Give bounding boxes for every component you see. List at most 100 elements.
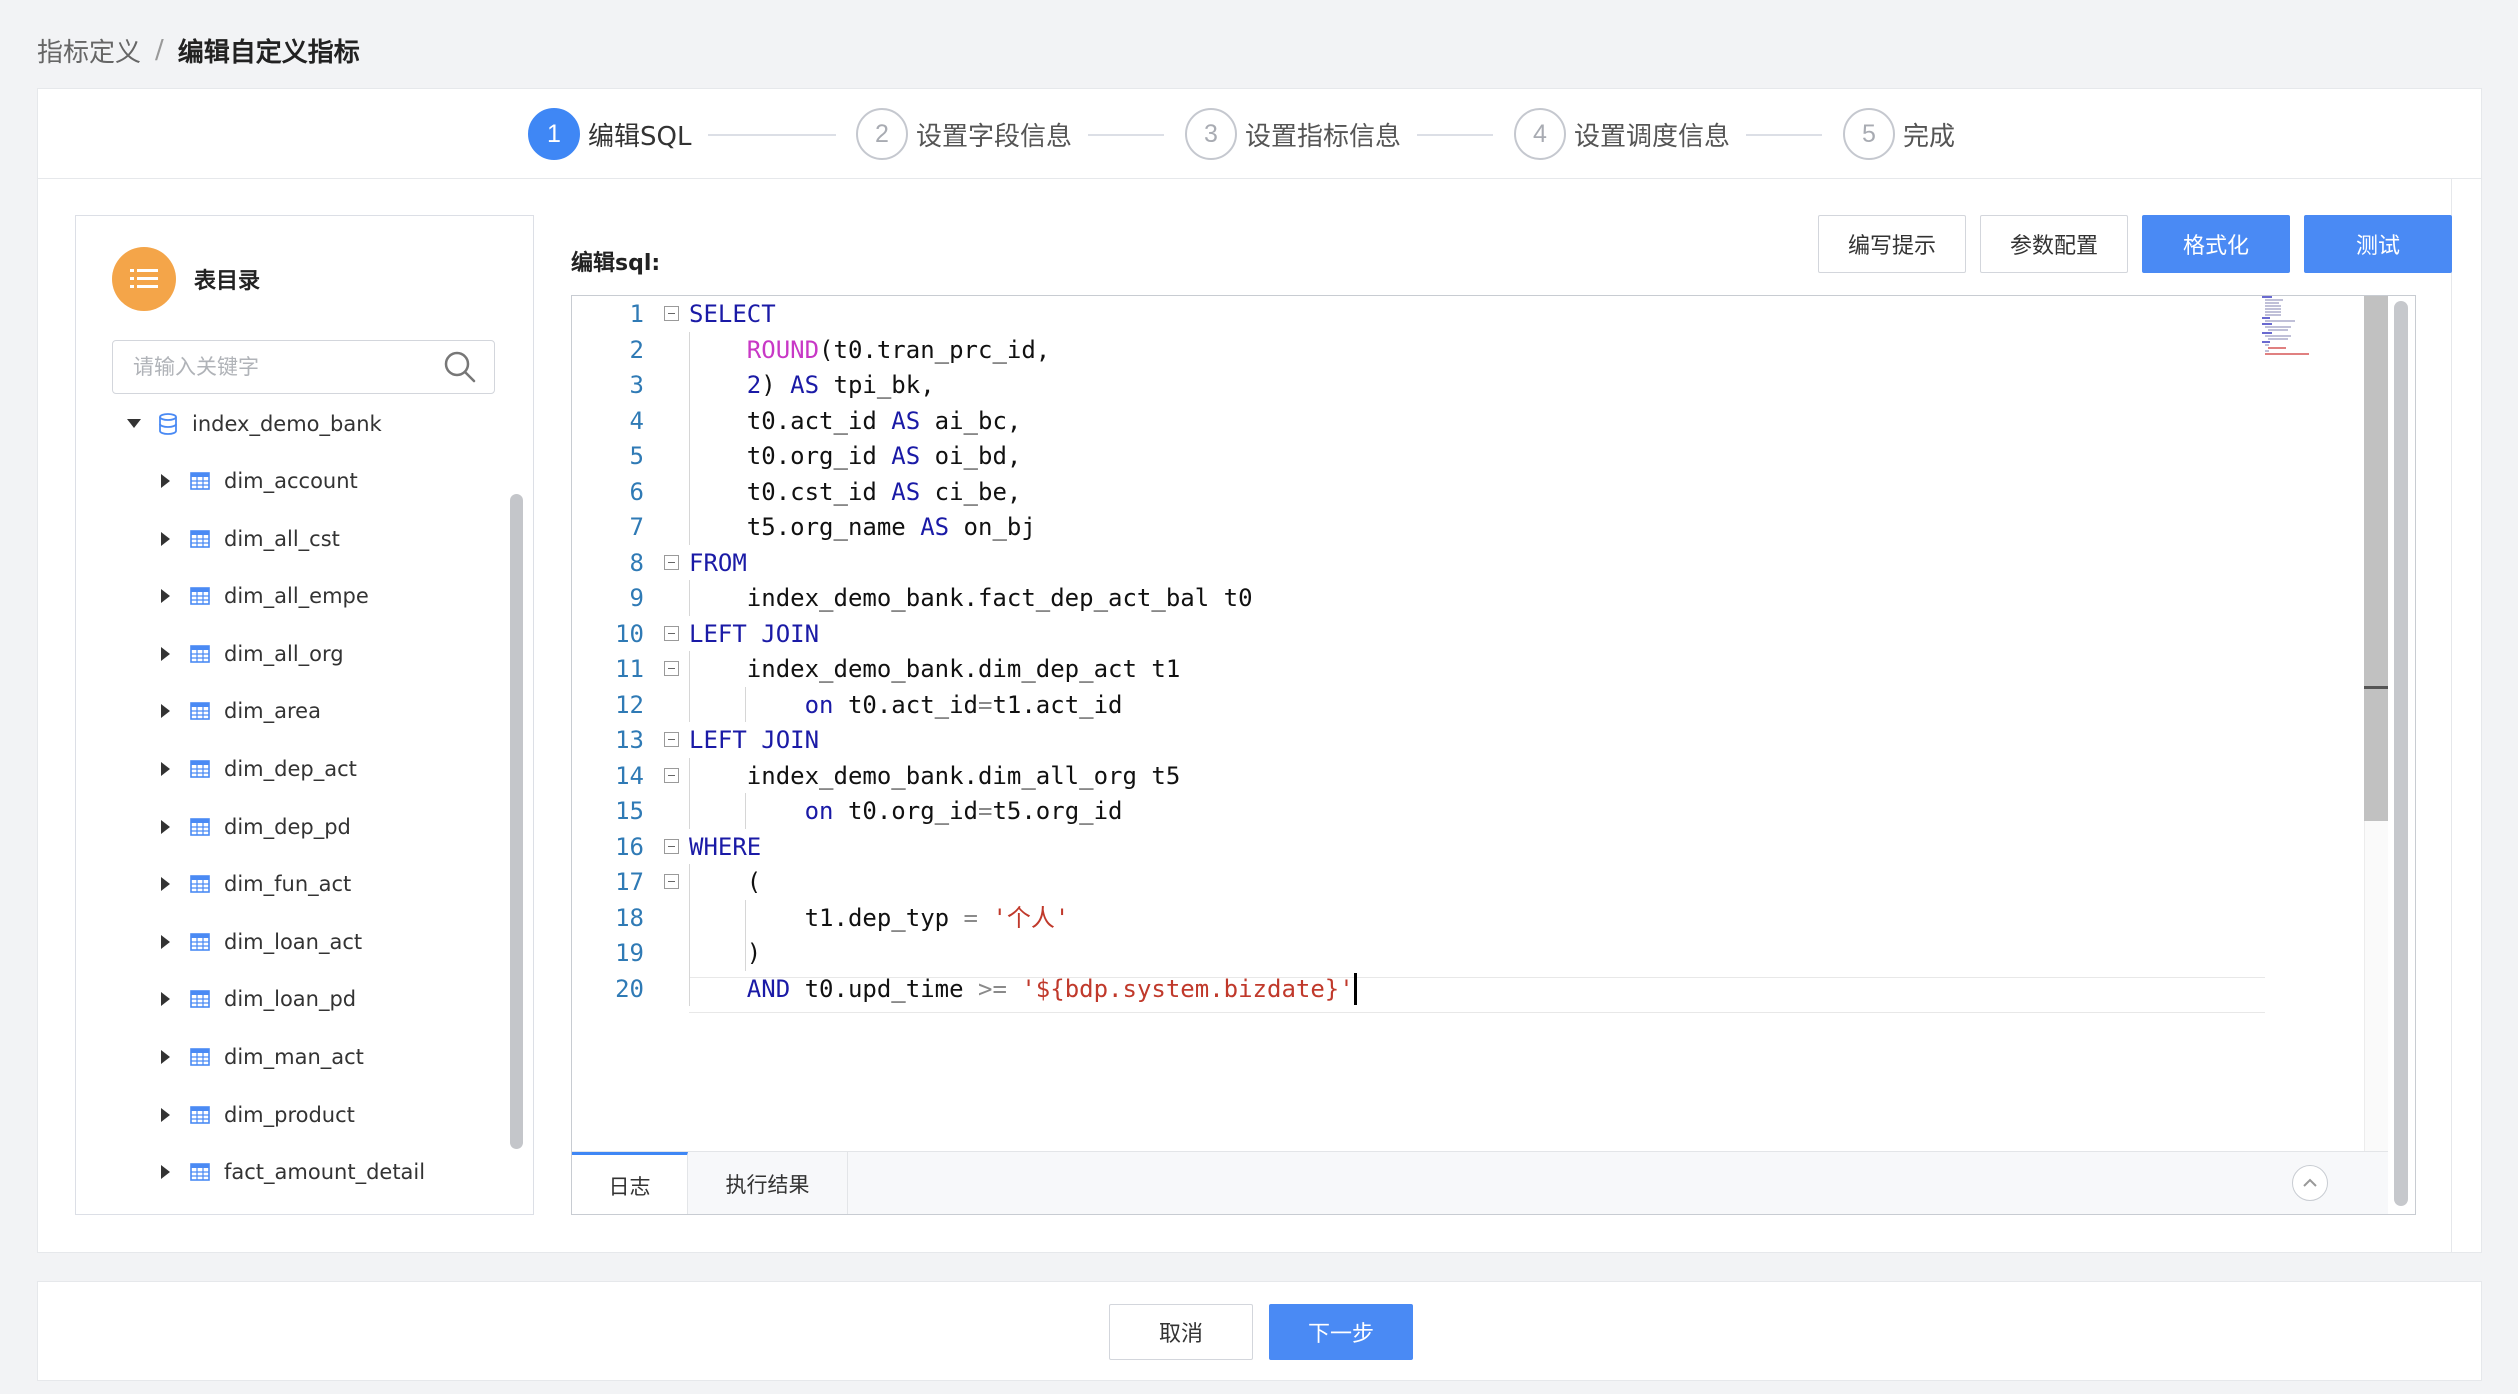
caret-right-icon[interactable] (156, 529, 176, 549)
code-line[interactable]: 18 t1.dep_typ = '个人' (572, 900, 2372, 936)
chevron-up-icon[interactable] (2292, 1165, 2328, 1201)
code-line[interactable]: 5 t0.org_id AS oi_bd, (572, 438, 2372, 474)
step-connector (1417, 134, 1493, 136)
main-card: 1 编辑SQL 2 设置字段信息 3 设置指标信息 4 设置调度信息 5 完成 (37, 88, 2482, 1253)
caret-right-icon[interactable] (156, 989, 176, 1009)
fold-toggle-icon[interactable] (664, 874, 679, 889)
fold-toggle-icon[interactable] (664, 767, 679, 783)
tree-node-table[interactable]: dim_area (156, 691, 321, 731)
fold-toggle-icon[interactable] (664, 732, 679, 747)
tab-log[interactable]: 日志 (572, 1152, 688, 1214)
tree-node-table[interactable]: dim_all_org (156, 634, 344, 674)
code-line[interactable]: 6 t0.cst_id AS ci_be, (572, 474, 2372, 510)
tree-node-table[interactable]: dim_fun_act (156, 864, 351, 904)
catalog-scrollbar-thumb[interactable] (510, 494, 523, 1149)
caret-down-icon[interactable] (124, 414, 144, 434)
code-area[interactable]: 1 SELECT 2 ROUND(t0.tran_prc_id, 3 2) AS tp… (572, 296, 2372, 1151)
outer-scrollbar[interactable] (2394, 301, 2408, 1206)
format-button[interactable]: 格式化 (2142, 215, 2290, 273)
code-text: index_demo_bank.dim_all_org t5 (689, 761, 1181, 790)
tree-node-table[interactable]: dim_all_empe (156, 576, 369, 616)
code-line[interactable]: 14 index_demo_bank.dim_all_org t5 (572, 758, 2372, 794)
sql-editor-section: 编辑sql: 编写提示 参数配置 格式化 测试 1 SELECT 2 ROUND(t… (571, 215, 2452, 1215)
next-step-button[interactable]: 下一步 (1269, 1304, 1413, 1360)
code-line[interactable]: 12 on t0.act_id=t1.act_id (572, 687, 2372, 723)
tree-node-label: dim_fun_act (224, 872, 352, 897)
code-line[interactable]: 20 AND t0.upd_time >= '${bdp.system.bizd… (572, 971, 2372, 1007)
code-line[interactable]: 15 on t0.org_id=t5.org_id (572, 793, 2372, 829)
text-cursor (1353, 972, 1357, 1005)
fold-toggle-icon[interactable] (664, 554, 679, 570)
caret-right-icon[interactable] (156, 1105, 176, 1125)
code-line[interactable]: 2 ROUND(t0.tran_prc_id, (572, 332, 2372, 368)
tree-node-table[interactable]: dim_dep_act (156, 749, 357, 789)
write-hint-button[interactable]: 编写提示 (1818, 215, 1966, 273)
code-line[interactable]: 11 index_demo_bank.dim_dep_act t1 (572, 651, 2372, 687)
code-minimap[interactable] (2262, 296, 2362, 1151)
caret-right-icon[interactable] (156, 817, 176, 837)
tree-node-table[interactable]: dim_loan_act (156, 922, 362, 962)
line-number: 19 (615, 939, 644, 967)
fold-toggle-icon[interactable] (664, 838, 679, 854)
caret-right-icon[interactable] (156, 932, 176, 952)
step-finish: 5 完成 (1843, 108, 1955, 160)
line-number: 16 (615, 832, 644, 861)
code-line[interactable]: 1 SELECT (572, 296, 2372, 332)
tree-node-table[interactable]: dim_loan_pd (156, 979, 356, 1019)
tree-node-label: dim_all_cst (224, 526, 340, 551)
table-icon (190, 1046, 212, 1068)
code-line[interactable]: 17 ( (572, 864, 2372, 900)
table-icon (190, 585, 212, 607)
tab-execution-result[interactable]: 执行结果 (688, 1152, 848, 1214)
search-icon[interactable] (442, 349, 478, 385)
breadcrumb-current: 编辑自定义指标 (177, 37, 360, 68)
code-text: LEFT JOIN (689, 619, 820, 648)
caret-right-icon[interactable] (156, 874, 176, 894)
line-number: 4 (629, 406, 644, 435)
caret-right-icon[interactable] (156, 586, 176, 606)
code-line[interactable]: 16 WHERE (572, 829, 2372, 865)
fold-toggle-icon[interactable] (664, 625, 679, 641)
caret-right-icon[interactable] (156, 471, 176, 491)
tree-node-table[interactable]: dim_product (156, 1095, 355, 1135)
tree-node-label: dim_dep_act (224, 757, 357, 781)
code-line[interactable]: 19 ) (572, 935, 2372, 971)
tree-node-table[interactable]: dim_man_act (156, 1037, 364, 1077)
code-line[interactable]: 3 2) AS tpi_bk, (572, 367, 2372, 403)
tree-node-table[interactable]: dim_all_cst (156, 519, 340, 559)
code-line[interactable]: 7 t5.org_name AS on_bj (572, 509, 2372, 545)
fold-toggle-icon[interactable] (664, 306, 679, 321)
tree-node-label: index_demo_bank (192, 412, 382, 436)
test-button[interactable]: 测试 (2304, 215, 2452, 273)
cancel-button[interactable]: 取消 (1109, 1304, 1253, 1360)
table-icon (190, 873, 212, 895)
caret-right-icon[interactable] (156, 1162, 176, 1182)
footer-bar: 取消 下一步 (37, 1281, 2482, 1381)
step-label: 设置指标信息 (1245, 121, 1402, 152)
catalog-search-input[interactable] (113, 341, 442, 393)
code-line[interactable]: 13 LEFT JOIN (572, 722, 2372, 758)
code-line[interactable]: 9 index_demo_bank.fact_dep_act_bal t0 (572, 580, 2372, 616)
step-label: 设置字段信息 (916, 121, 1073, 152)
table-icon (190, 931, 212, 953)
line-number: 14 (615, 761, 644, 790)
tree-node-table[interactable]: dim_dep_pd (156, 807, 351, 847)
fold-toggle-icon[interactable] (664, 661, 679, 676)
caret-right-icon[interactable] (156, 644, 176, 664)
editor-scrollbar-thumb[interactable] (2364, 296, 2388, 821)
tree-node-database[interactable]: index_demo_bank (124, 404, 382, 444)
tree-node-table[interactable]: dim_account (156, 461, 358, 501)
caret-right-icon[interactable] (156, 759, 176, 779)
code-line[interactable]: 10 LEFT JOIN (572, 616, 2372, 652)
indent-guide (745, 899, 746, 971)
tree-node-table[interactable]: fact_amount_detail (156, 1152, 425, 1192)
sql-editor[interactable]: 1 SELECT 2 ROUND(t0.tran_prc_id, 3 2) AS tp… (571, 295, 2416, 1215)
param-config-button[interactable]: 参数配置 (1980, 215, 2128, 273)
step-schedule-info: 4 设置调度信息 (1514, 108, 1730, 160)
table-icon (190, 758, 212, 780)
caret-right-icon[interactable] (156, 701, 176, 721)
caret-right-icon[interactable] (156, 1047, 176, 1067)
breadcrumb-parent-link[interactable]: 指标定义 (37, 32, 141, 69)
code-line[interactable]: 4 t0.act_id AS ai_bc, (572, 403, 2372, 439)
code-line[interactable]: 8 FROM (572, 545, 2372, 581)
